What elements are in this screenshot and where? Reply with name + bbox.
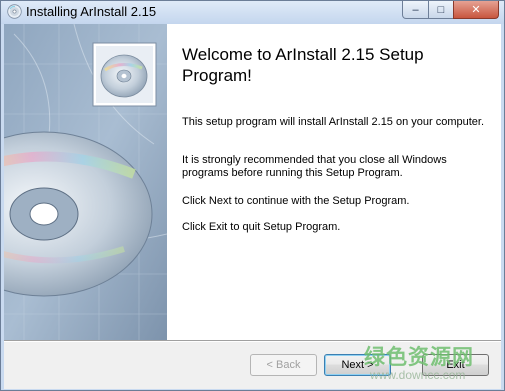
close-button[interactable]: ✕ [453, 1, 499, 19]
setup-banner-image [4, 24, 167, 340]
exit-instruction: Click Exit to quit Setup Program. [182, 221, 341, 233]
close-programs-recommendation: It is strongly recommended that you clos… [182, 154, 447, 179]
maximize-button[interactable]: □ [428, 1, 454, 19]
welcome-heading: Welcome to ArInstall 2.15 Setup Program! [182, 45, 424, 85]
client-area: Welcome to ArInstall 2.15 Setup Program!… [4, 24, 501, 389]
title-bar[interactable]: Installing ArInstall 2.15 – □ ✕ [1, 1, 504, 24]
button-separator [4, 340, 501, 342]
installer-window: Installing ArInstall 2.15 – □ ✕ Welcome … [0, 0, 505, 391]
back-button[interactable]: < Back [250, 354, 317, 376]
content-panel: Welcome to ArInstall 2.15 Setup Program!… [4, 24, 501, 340]
next-instruction: Click Next to continue with the Setup Pr… [182, 195, 410, 207]
maximize-icon: □ [437, 3, 445, 16]
window-title: Installing ArInstall 2.15 [26, 4, 157, 19]
minimize-button[interactable]: – [402, 1, 429, 19]
minimize-icon: – [412, 3, 419, 16]
install-description: This setup program will install ArInstal… [182, 116, 485, 128]
cd-app-icon [7, 4, 22, 19]
exit-button[interactable]: Exit [422, 354, 489, 376]
next-button[interactable]: Next > [324, 354, 391, 376]
close-icon: ✕ [471, 4, 481, 16]
